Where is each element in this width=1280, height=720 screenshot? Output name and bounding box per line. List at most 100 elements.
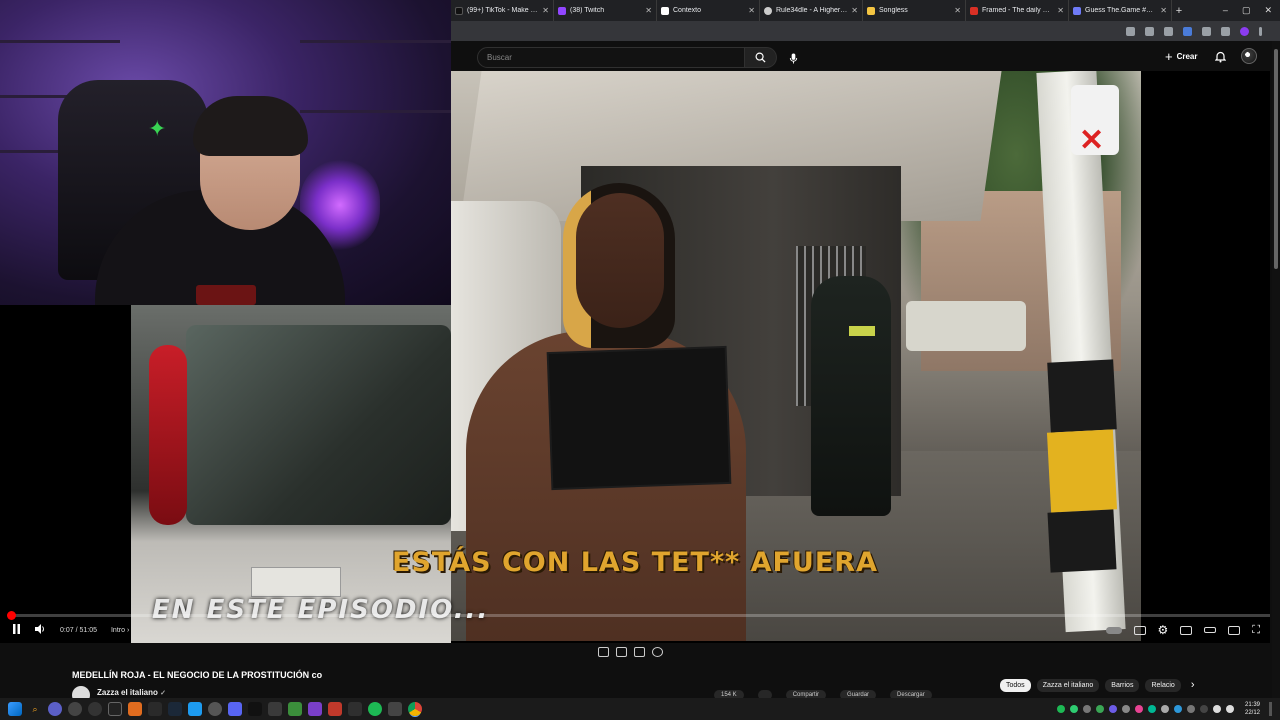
app-icon[interactable]	[288, 702, 302, 716]
police-officer	[811, 276, 891, 516]
close-tab-icon[interactable]: ✕	[954, 6, 961, 15]
scrollbar-thumb[interactable]	[1274, 49, 1278, 269]
account-avatar[interactable]	[1241, 48, 1257, 64]
tray-icon[interactable]	[1173, 705, 1182, 713]
close-tab-icon[interactable]: ✕	[645, 6, 652, 15]
notifications-button[interactable]	[1214, 50, 1227, 68]
clock[interactable]: 21:39 22/12	[1245, 701, 1260, 717]
chip-barrios[interactable]: Barrios	[1105, 679, 1140, 692]
chip-channel[interactable]: Zazza el italiano	[1036, 679, 1100, 692]
bookmark-star-icon[interactable]	[1145, 26, 1154, 36]
app-icon[interactable]	[128, 702, 142, 716]
theater-mode-icon[interactable]	[1204, 627, 1217, 633]
app-icon[interactable]	[308, 702, 322, 716]
chip-relacionados[interactable]: Relacio	[1145, 679, 1181, 692]
tray-icon[interactable]	[1095, 705, 1104, 713]
tab-rule34dle[interactable]: Rule34dle - A Higher or Lower ✕	[760, 0, 863, 21]
autoplay-toggle[interactable]	[1105, 626, 1122, 634]
tray-icon[interactable]	[1199, 705, 1208, 713]
cast-icon[interactable]	[1228, 625, 1241, 635]
close-window-button[interactable]: ✕	[1264, 5, 1272, 16]
app-icon[interactable]	[328, 702, 342, 716]
shirt-print	[196, 285, 256, 305]
settings-gear-icon[interactable]: ⚙	[1158, 623, 1169, 637]
extension-icon[interactable]	[1164, 26, 1173, 36]
app-icon[interactable]	[208, 702, 222, 716]
steam-icon[interactable]	[168, 702, 182, 716]
screenshot-icon[interactable]	[634, 647, 645, 657]
install-icon[interactable]	[1126, 26, 1135, 36]
tray-icon[interactable]	[1069, 705, 1078, 713]
search-icon[interactable]: ⌕	[28, 702, 42, 716]
profile-icon[interactable]	[1240, 26, 1249, 36]
close-tab-icon[interactable]: ✕	[851, 6, 858, 15]
speed-icon[interactable]	[652, 647, 663, 657]
create-button[interactable]: + Crear	[1165, 49, 1198, 64]
tray-icon[interactable]	[1056, 705, 1065, 713]
discord-icon[interactable]	[228, 702, 242, 716]
channel-name[interactable]: Zazza el italiano ✓	[97, 688, 166, 697]
new-tab-button[interactable]: +	[1172, 5, 1186, 17]
bookmarks-icon[interactable]	[1221, 26, 1230, 36]
tab-twitch[interactable]: (38) Twitch ✕	[554, 0, 657, 21]
app-icon[interactable]	[388, 702, 402, 716]
microphone-icon	[789, 52, 797, 64]
app-icon[interactable]	[88, 702, 102, 716]
chevron-right-icon[interactable]: ›	[1187, 679, 1199, 692]
tray-icon[interactable]	[1082, 705, 1091, 713]
app-icon[interactable]	[68, 702, 82, 716]
tab-tiktok[interactable]: (99+) TikTok - Make Your Day ✕	[451, 0, 554, 21]
close-tab-icon[interactable]: ✕	[1160, 6, 1167, 15]
tray-icon[interactable]	[1160, 705, 1169, 713]
app-icon[interactable]	[108, 702, 122, 716]
miniplayer-icon[interactable]	[1180, 625, 1193, 635]
tab-framed[interactable]: Framed - The daily movie ✕	[966, 0, 1069, 21]
voice-search-button[interactable]	[785, 50, 801, 66]
search-input[interactable]	[477, 47, 745, 68]
app-icon[interactable]	[48, 702, 62, 716]
menu-dots-icon[interactable]	[1259, 26, 1262, 36]
volume-button[interactable]	[35, 623, 46, 637]
minimize-button[interactable]: –	[1223, 5, 1228, 16]
extension-icon[interactable]	[1183, 26, 1192, 36]
chip-todos[interactable]: Todos	[1000, 679, 1031, 692]
tray-icon[interactable]	[1108, 705, 1117, 713]
tray-icon[interactable]	[1134, 705, 1143, 713]
bell-icon	[1214, 51, 1227, 63]
verified-icon: ✓	[160, 690, 167, 697]
chrome-icon[interactable]	[408, 702, 422, 716]
close-tab-icon[interactable]: ✕	[542, 6, 549, 15]
tab-songless[interactable]: Songless ✕	[863, 0, 966, 21]
wifi-icon[interactable]	[1212, 705, 1221, 713]
spotify-icon[interactable]	[368, 702, 382, 716]
tab-contexto[interactable]: Contexto ✕	[657, 0, 760, 21]
close-tab-icon[interactable]: ✕	[1057, 6, 1064, 15]
chapter-button[interactable]: Intro ›	[111, 627, 129, 634]
pause-button[interactable]	[12, 623, 21, 637]
windows-start-icon[interactable]	[8, 702, 22, 716]
tiktok-icon[interactable]	[248, 702, 262, 716]
fullscreen-icon[interactable]: ⛶	[1252, 624, 1260, 637]
loop-icon[interactable]	[598, 647, 609, 657]
audio-icon[interactable]	[616, 647, 627, 657]
close-tab-icon[interactable]: ✕	[748, 6, 755, 15]
app-icon[interactable]	[348, 702, 362, 716]
streamer-hair	[193, 96, 308, 156]
tray-icon[interactable]	[1186, 705, 1195, 713]
page-scrollbar[interactable]	[1272, 41, 1280, 699]
tray-icon[interactable]	[1147, 705, 1156, 713]
search-button[interactable]	[745, 47, 777, 68]
maximize-button[interactable]: ▢	[1242, 5, 1251, 16]
subtitles-icon[interactable]	[1133, 625, 1146, 635]
app-icon[interactable]	[148, 702, 162, 716]
tray-icon[interactable]	[1121, 705, 1130, 713]
tab-guess-the-game[interactable]: Guess The.Game #1318 ✕	[1069, 0, 1172, 21]
extensions-puzzle-icon[interactable]	[1202, 26, 1211, 36]
video-title: MEDELLÍN ROJA - EL NEGOCIO DE LA PROSTIT…	[72, 670, 323, 680]
notification-center-icon[interactable]	[1269, 702, 1272, 716]
browser-tab-bar: (99+) TikTok - Make Your Day ✕ (38) Twit…	[451, 0, 1280, 21]
volume-icon[interactable]	[1225, 705, 1234, 713]
app-icon[interactable]	[188, 702, 202, 716]
progress-bar[interactable]	[6, 611, 1270, 620]
app-icon[interactable]	[268, 702, 282, 716]
